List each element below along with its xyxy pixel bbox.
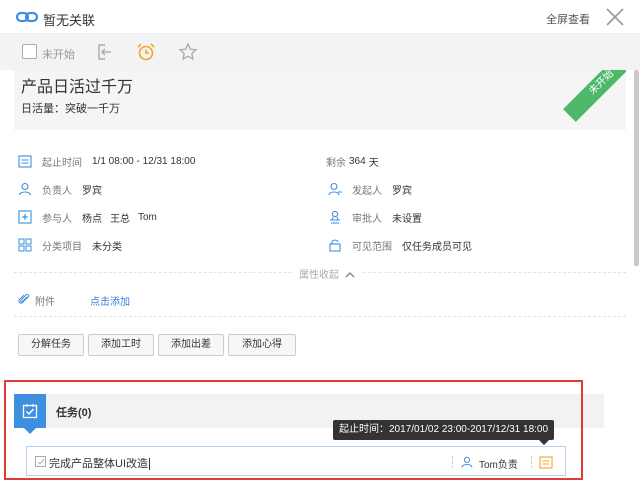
remaining-row: 剩余 364 天 xyxy=(326,153,387,169)
user-icon xyxy=(18,182,32,196)
approver-value[interactable]: 未设置 xyxy=(392,210,422,225)
participant-item[interactable]: Tom xyxy=(138,212,157,223)
close-icon[interactable] xyxy=(604,6,626,28)
add-trip-button[interactable]: 添加出差 xyxy=(158,334,224,356)
task-description[interactable]: 日活量：突破一千万 xyxy=(21,100,120,116)
participant-item[interactable]: 杨点 xyxy=(82,210,102,225)
category-row[interactable]: 分类项目 未分类 xyxy=(18,237,130,253)
owner-value[interactable]: 罗宾 xyxy=(82,182,102,197)
add-worktime-button[interactable]: 添加工时 xyxy=(88,334,154,356)
chevron-up-icon xyxy=(345,272,355,278)
category-value[interactable]: 未分类 xyxy=(92,238,122,253)
link-icon[interactable] xyxy=(16,11,38,23)
grid-icon xyxy=(18,238,32,252)
creator-row: 发起人 罗宾 xyxy=(328,181,420,197)
paperclip-icon xyxy=(18,293,30,304)
approver-icon xyxy=(330,210,340,224)
category-label: 分类项目 xyxy=(42,241,82,253)
lock-icon xyxy=(329,239,341,252)
complete-checkbox[interactable] xyxy=(22,44,37,59)
owner-label: 负责人 xyxy=(42,185,72,197)
task-toolbar: 未开始 xyxy=(0,34,640,70)
status-ribbon: 未开始 xyxy=(563,70,626,122)
owner-row[interactable]: 负责人 罗宾 xyxy=(18,181,110,197)
highlight-box xyxy=(4,380,583,480)
task-header: 产品日活过千万 日活量：突破一千万 未开始 xyxy=(14,70,626,130)
top-bar: 暂无关联 全屏查看 xyxy=(0,0,640,34)
task-title[interactable]: 产品日活过千万 xyxy=(21,73,133,97)
remaining-days: 364 xyxy=(349,155,366,167)
remaining-suffix: 天 xyxy=(368,157,379,169)
add-participant-icon[interactable] xyxy=(18,210,32,224)
visibility-label: 可见范围 xyxy=(352,241,392,253)
split-task-button[interactable]: 分解任务 xyxy=(18,334,84,356)
collapse-label: 属性收起 xyxy=(299,270,339,281)
creator-label: 发起人 xyxy=(352,185,382,197)
divider xyxy=(14,316,626,317)
star-icon[interactable] xyxy=(178,42,198,62)
fullscreen-link[interactable]: 全屏查看 xyxy=(546,11,590,27)
time-label: 起止时间 xyxy=(42,157,82,169)
time-value[interactable]: 1/1 08:00 - 12/31 18:00 xyxy=(92,156,195,167)
creator-value: 罗宾 xyxy=(392,185,412,197)
participant-item[interactable]: 王总 xyxy=(110,210,130,225)
participants-row[interactable]: 参与人 杨点 王总 Tom xyxy=(18,209,165,225)
visibility-value[interactable]: 仅任务成员可见 xyxy=(402,238,472,253)
alarm-clock-icon[interactable] xyxy=(136,42,156,62)
time-row[interactable]: 起止时间 1/1 08:00 - 12/31 18:00 xyxy=(18,153,203,169)
scrollbar[interactable] xyxy=(634,70,639,266)
exit-icon[interactable] xyxy=(96,43,112,61)
collapse-properties-toggle[interactable]: 属性收起 xyxy=(293,266,361,281)
remaining-prefix: 剩余 xyxy=(326,157,346,169)
calendar-icon xyxy=(18,155,32,168)
association-title: 暂无关联 xyxy=(43,13,96,28)
status-label: 未开始 xyxy=(42,49,75,61)
visibility-row[interactable]: 可见范围 仅任务成员可见 xyxy=(328,237,480,253)
participants-label: 参与人 xyxy=(42,213,72,225)
add-notes-button[interactable]: 添加心得 xyxy=(228,334,296,356)
attachment-label: 附件 xyxy=(35,297,55,308)
approver-row[interactable]: 审批人 未设置 xyxy=(328,209,430,225)
approver-label: 审批人 xyxy=(352,213,382,225)
add-attachment-link[interactable]: 点击添加 xyxy=(90,293,130,308)
user-add-icon xyxy=(328,182,342,196)
